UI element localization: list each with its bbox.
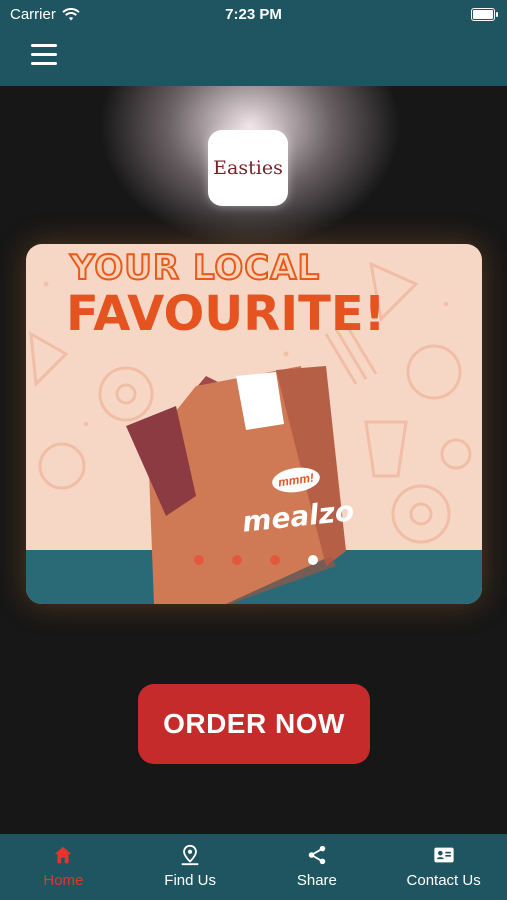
- status-time: 7:23 PM: [225, 6, 282, 23]
- tab-home[interactable]: Home: [0, 834, 127, 900]
- carousel-dot-3[interactable]: [269, 555, 280, 565]
- tab-find-us-label: Find Us: [164, 872, 216, 889]
- share-icon: [308, 845, 326, 865]
- location-pin-icon: [181, 844, 199, 866]
- headline-line-2: FAVOURITE!: [66, 286, 386, 342]
- tab-share-label: Share: [296, 872, 337, 889]
- carousel-dot-1[interactable]: [193, 555, 204, 565]
- tab-contact-us[interactable]: Contact Us: [380, 834, 507, 900]
- restaurant-logo: Easties: [208, 130, 288, 206]
- status-bar: Carrier 7:23 PM: [0, 0, 507, 30]
- logo-text: Easties: [213, 157, 283, 179]
- carousel-dot-4[interactable]: [307, 555, 318, 565]
- top-nav-bar: [0, 30, 507, 86]
- carousel-dot-2[interactable]: [231, 555, 242, 565]
- carousel-pagination: [26, 555, 482, 565]
- home-icon: [55, 846, 72, 864]
- bottom-tab-bar: Home Find Us Share Contact Us: [0, 834, 507, 900]
- tab-find-us[interactable]: Find Us: [127, 834, 254, 900]
- contact-card-icon: [434, 847, 454, 863]
- paper-bag-illustration: [126, 366, 346, 604]
- promo-banner-carousel[interactable]: YOUR LOCAL FAVOURITE! mmm! mealzo: [26, 244, 482, 604]
- main-content: Easties YOUR LOCAL FAVOURITE! mmm! mealz…: [0, 86, 507, 834]
- tab-share[interactable]: Share: [254, 834, 381, 900]
- hamburger-menu-icon[interactable]: [31, 44, 57, 66]
- tab-home-label: Home: [43, 872, 84, 889]
- order-now-button[interactable]: ORDER NOW: [138, 684, 370, 764]
- headline-line-1: YOUR LOCAL: [69, 247, 321, 289]
- tab-contact-us-label: Contact Us: [406, 872, 481, 889]
- battery-icon: [471, 8, 498, 21]
